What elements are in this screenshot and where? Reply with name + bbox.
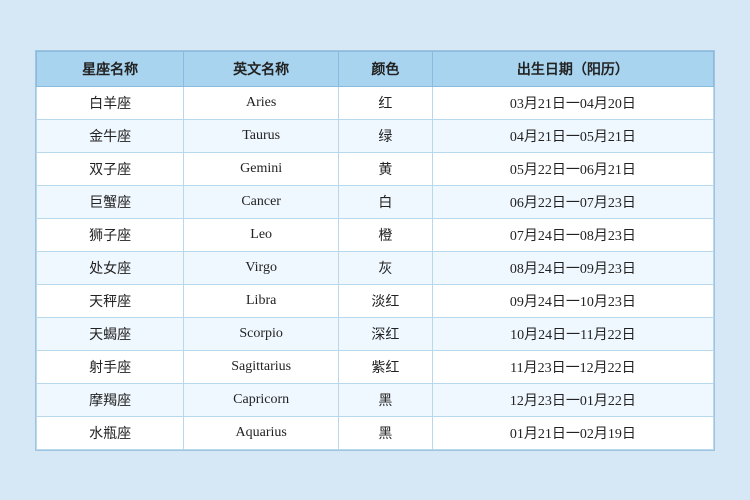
cell-color: 淡红	[339, 284, 433, 317]
cell-english-name: Aquarius	[184, 416, 339, 449]
cell-color: 紫红	[339, 350, 433, 383]
table-row: 巨蟹座Cancer白06月22日一07月23日	[37, 185, 714, 218]
cell-dates: 08月24日一09月23日	[432, 251, 713, 284]
cell-dates: 10月24日一11月22日	[432, 317, 713, 350]
zodiac-table: 星座名称 英文名称 颜色 出生日期（阳历） 白羊座Aries红03月21日一04…	[36, 51, 714, 450]
cell-dates: 04月21日一05月21日	[432, 119, 713, 152]
table-row: 狮子座Leo橙07月24日一08月23日	[37, 218, 714, 251]
cell-color: 黑	[339, 416, 433, 449]
table-row: 白羊座Aries红03月21日一04月20日	[37, 86, 714, 119]
header-chinese-name: 星座名称	[37, 51, 184, 86]
table-body: 白羊座Aries红03月21日一04月20日金牛座Taurus绿04月21日一0…	[37, 86, 714, 449]
cell-english-name: Gemini	[184, 152, 339, 185]
table-row: 天秤座Libra淡红09月24日一10月23日	[37, 284, 714, 317]
cell-english-name: Aries	[184, 86, 339, 119]
cell-english-name: Leo	[184, 218, 339, 251]
table-row: 金牛座Taurus绿04月21日一05月21日	[37, 119, 714, 152]
cell-color: 深红	[339, 317, 433, 350]
cell-chinese-name: 金牛座	[37, 119, 184, 152]
cell-chinese-name: 水瓶座	[37, 416, 184, 449]
cell-dates: 11月23日一12月22日	[432, 350, 713, 383]
table-row: 射手座Sagittarius紫红11月23日一12月22日	[37, 350, 714, 383]
cell-dates: 05月22日一06月21日	[432, 152, 713, 185]
table-row: 摩羯座Capricorn黑12月23日一01月22日	[37, 383, 714, 416]
cell-chinese-name: 处女座	[37, 251, 184, 284]
cell-dates: 06月22日一07月23日	[432, 185, 713, 218]
cell-dates: 09月24日一10月23日	[432, 284, 713, 317]
cell-english-name: Scorpio	[184, 317, 339, 350]
cell-color: 黄	[339, 152, 433, 185]
cell-chinese-name: 射手座	[37, 350, 184, 383]
cell-dates: 07月24日一08月23日	[432, 218, 713, 251]
cell-chinese-name: 天蝎座	[37, 317, 184, 350]
cell-english-name: Cancer	[184, 185, 339, 218]
cell-chinese-name: 天秤座	[37, 284, 184, 317]
cell-color: 绿	[339, 119, 433, 152]
cell-dates: 01月21日一02月19日	[432, 416, 713, 449]
cell-english-name: Taurus	[184, 119, 339, 152]
cell-color: 黑	[339, 383, 433, 416]
cell-color: 白	[339, 185, 433, 218]
cell-chinese-name: 白羊座	[37, 86, 184, 119]
cell-chinese-name: 摩羯座	[37, 383, 184, 416]
cell-english-name: Capricorn	[184, 383, 339, 416]
header-color: 颜色	[339, 51, 433, 86]
cell-english-name: Libra	[184, 284, 339, 317]
cell-chinese-name: 巨蟹座	[37, 185, 184, 218]
header-english-name: 英文名称	[184, 51, 339, 86]
cell-english-name: Sagittarius	[184, 350, 339, 383]
table-row: 天蝎座Scorpio深红10月24日一11月22日	[37, 317, 714, 350]
cell-chinese-name: 双子座	[37, 152, 184, 185]
header-dates: 出生日期（阳历）	[432, 51, 713, 86]
cell-dates: 12月23日一01月22日	[432, 383, 713, 416]
cell-chinese-name: 狮子座	[37, 218, 184, 251]
table-row: 处女座Virgo灰08月24日一09月23日	[37, 251, 714, 284]
zodiac-table-container: 星座名称 英文名称 颜色 出生日期（阳历） 白羊座Aries红03月21日一04…	[35, 50, 715, 451]
cell-color: 红	[339, 86, 433, 119]
table-row: 双子座Gemini黄05月22日一06月21日	[37, 152, 714, 185]
cell-color: 灰	[339, 251, 433, 284]
cell-dates: 03月21日一04月20日	[432, 86, 713, 119]
table-header-row: 星座名称 英文名称 颜色 出生日期（阳历）	[37, 51, 714, 86]
cell-english-name: Virgo	[184, 251, 339, 284]
table-row: 水瓶座Aquarius黑01月21日一02月19日	[37, 416, 714, 449]
cell-color: 橙	[339, 218, 433, 251]
